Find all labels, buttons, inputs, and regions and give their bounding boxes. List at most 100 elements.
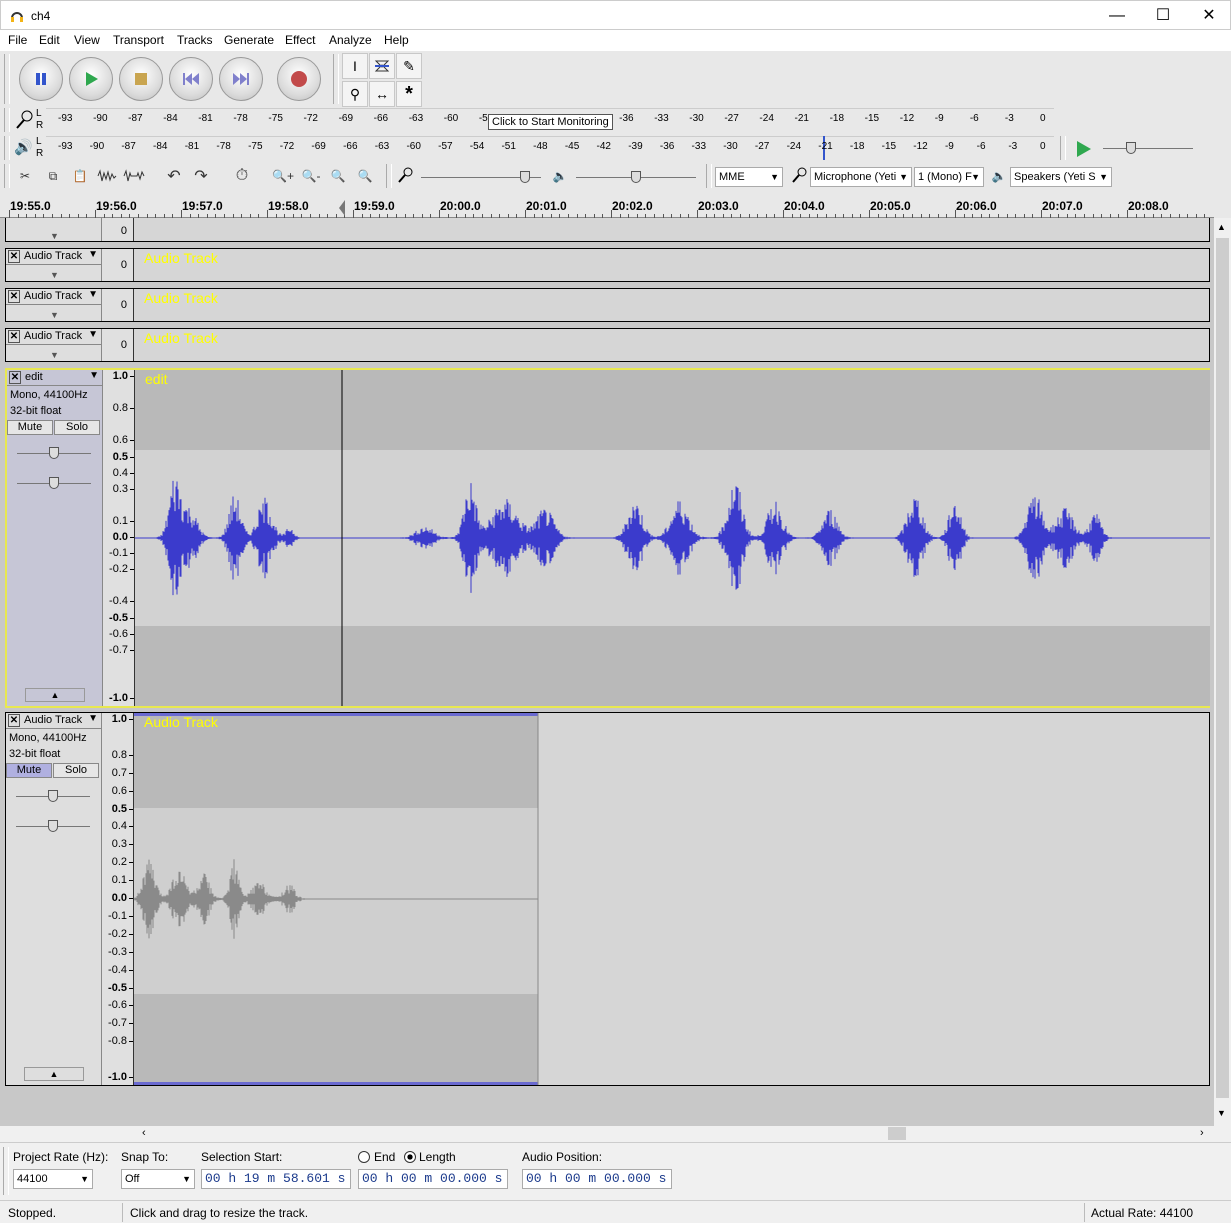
skip-end-button[interactable] xyxy=(219,57,263,101)
chevron-down-icon[interactable]: ▼ xyxy=(88,329,98,340)
playback-volume-thumb[interactable] xyxy=(631,171,641,183)
play-speed-thumb[interactable] xyxy=(1126,142,1136,154)
scroll-right-icon[interactable]: › xyxy=(1200,1127,1204,1139)
close-track-icon[interactable]: ✕ xyxy=(8,250,20,263)
scroll-left-icon[interactable]: ‹ xyxy=(142,1127,146,1139)
track-waveform[interactable] xyxy=(134,218,1209,241)
gain-slider-thumb[interactable] xyxy=(49,447,59,459)
audio-track[interactable]: ✕ Audio Track ▼ Mono, 44100Hz 32-bit float… xyxy=(5,712,1210,1086)
audio-host-select[interactable]: MME ▼ xyxy=(715,167,783,187)
toolbar-grip[interactable] xyxy=(4,54,10,104)
cut-icon[interactable]: ✂ xyxy=(12,164,38,188)
menu-edit[interactable]: Edit xyxy=(39,33,60,47)
mute-button[interactable]: Mute xyxy=(6,763,52,778)
playback-meter[interactable]: -93 -90 -87 -84 -81 -78 -75 -72 -69 -66 -63 -60 -57-… xyxy=(46,136,1054,160)
track-name-bar[interactable]: ✕ Audio Track ▼ xyxy=(6,713,102,729)
snap-to-select[interactable]: Off ▼ xyxy=(121,1169,195,1189)
fit-selection-icon[interactable]: 🔍 xyxy=(325,164,351,188)
track-control-panel[interactable]: ▼ xyxy=(6,218,102,241)
timeline-ruler[interactable]: 19:55.0 19:56.0 19:57.0 19:58.0 19:59.0 20:00… xyxy=(0,192,1214,218)
horizontal-scrollbar[interactable]: ‹ › xyxy=(0,1126,1214,1142)
menu-generate[interactable]: Generate xyxy=(224,33,274,47)
scroll-up-icon[interactable]: ▲ xyxy=(1217,222,1226,232)
track-name-bar[interactable]: ✕ Audio Track ▼ xyxy=(6,249,102,265)
edit-track[interactable]: ✕ edit ▼ Mono, 44100Hz 32-bit float Mute S… xyxy=(5,368,1210,708)
menu-tracks[interactable]: Tracks xyxy=(177,33,213,47)
selection-tool-icon[interactable]: I xyxy=(342,53,368,79)
end-radio[interactable] xyxy=(358,1151,370,1163)
vertical-scroll-thumb[interactable] xyxy=(1216,238,1229,1098)
toolbar-grip[interactable] xyxy=(1060,136,1066,160)
chevron-down-icon[interactable]: ▼ xyxy=(88,713,98,724)
menu-effect[interactable]: Effect xyxy=(285,33,315,47)
pan-slider-thumb[interactable] xyxy=(49,477,59,489)
expand-icon[interactable]: ▼ xyxy=(50,231,59,241)
track-name-bar[interactable]: ✕ Audio Track ▼ xyxy=(6,289,102,305)
sync-lock-icon[interactable]: ⏱ xyxy=(229,164,255,188)
pause-button[interactable] xyxy=(19,57,63,101)
collapse-icon[interactable]: ▲ xyxy=(24,1067,84,1081)
gain-slider-thumb[interactable] xyxy=(48,790,58,802)
close-track-icon[interactable]: ✕ xyxy=(8,330,20,343)
length-radio[interactable] xyxy=(404,1151,416,1163)
menu-analyze[interactable]: Analyze xyxy=(329,33,372,47)
project-rate-select[interactable]: 44100 ▼ xyxy=(13,1169,93,1189)
track-name-bar[interactable]: ✕ edit ▼ xyxy=(7,370,103,386)
close-track-icon[interactable]: ✕ xyxy=(8,290,20,303)
undo-icon[interactable]: ↶ xyxy=(161,164,187,188)
toolbar-grip[interactable] xyxy=(4,164,10,188)
draw-tool-icon[interactable]: ✎ xyxy=(396,53,422,79)
mute-button[interactable]: Mute xyxy=(7,420,53,435)
expand-icon[interactable]: ▼ xyxy=(50,350,59,360)
play-speed-slider[interactable] xyxy=(1103,148,1193,149)
maximize-icon[interactable]: ☐ xyxy=(1140,1,1186,31)
track-waveform[interactable] xyxy=(134,249,1209,281)
record-button[interactable] xyxy=(277,57,321,101)
selection-start-field[interactable]: 00 h 19 m 58.601 s xyxy=(201,1169,351,1189)
track-control-panel[interactable]: ✕ Audio Track ▼ Mono, 44100Hz 32-bit float… xyxy=(6,713,102,1085)
menu-view[interactable]: View xyxy=(74,33,100,47)
track-control-panel[interactable]: ✕ Audio Track ▼ ▼ xyxy=(6,249,102,281)
close-track-icon[interactable]: ✕ xyxy=(9,371,21,384)
copy-icon[interactable]: ⧉ xyxy=(40,164,66,188)
selection-length-field[interactable]: 00 h 00 m 00.000 s xyxy=(358,1169,508,1189)
redo-icon[interactable]: ↷ xyxy=(188,164,214,188)
record-volume-thumb[interactable] xyxy=(520,171,530,183)
timeshift-tool-icon[interactable]: ↔ xyxy=(369,81,395,107)
scroll-down-icon[interactable]: ▼ xyxy=(1217,1108,1226,1118)
toolbar-grip[interactable] xyxy=(4,108,10,132)
play-button[interactable] xyxy=(69,57,113,101)
toolbar-grip[interactable] xyxy=(333,54,339,104)
expand-icon[interactable]: ▼ xyxy=(50,310,59,320)
close-icon[interactable]: ✕ xyxy=(1186,1,1231,31)
multi-tool-icon[interactable]: * xyxy=(396,81,422,107)
track-waveform[interactable] xyxy=(134,329,1209,361)
trim-icon[interactable] xyxy=(94,164,120,188)
track-name-bar[interactable]: ✕ Audio Track ▼ xyxy=(6,329,102,345)
close-track-icon[interactable]: ✕ xyxy=(8,714,20,727)
solo-button[interactable]: Solo xyxy=(53,763,99,778)
zoom-tool-icon[interactable]: ⚲ xyxy=(342,81,368,107)
collapse-icon[interactable]: ▲ xyxy=(25,688,85,702)
track-control-panel[interactable]: ✕ Audio Track ▼ ▼ xyxy=(6,289,102,321)
track-control-panel[interactable]: ✕ Audio Track ▼ ▼ xyxy=(6,329,102,361)
speaker-icon[interactable]: 🔊 xyxy=(14,138,36,160)
chevron-down-icon[interactable]: ▼ xyxy=(88,289,98,300)
toolbar-grip[interactable] xyxy=(3,1147,9,1195)
skip-start-button[interactable] xyxy=(169,57,213,101)
menu-transport[interactable]: Transport xyxy=(113,33,164,47)
vertical-scrollbar[interactable]: ▲ ▼ xyxy=(1214,218,1231,1126)
fit-project-icon[interactable]: 🔍 xyxy=(352,164,378,188)
menu-file[interactable]: File xyxy=(8,33,27,47)
pan-slider-thumb[interactable] xyxy=(48,820,58,832)
channels-select[interactable]: 1 (Mono) F ▼ xyxy=(914,167,984,187)
solo-button[interactable]: Solo xyxy=(54,420,100,435)
track-waveform[interactable] xyxy=(134,289,1209,321)
collapsed-track[interactable]: ✕ Audio Track ▼ ▼ 0 Audio Track xyxy=(5,248,1210,282)
toolbar-grip[interactable] xyxy=(4,136,10,160)
silence-icon[interactable] xyxy=(121,164,147,188)
playback-device-select[interactable]: Speakers (Yeti S ▼ xyxy=(1010,167,1112,187)
stop-button[interactable] xyxy=(119,57,163,101)
audio-position-field[interactable]: 00 h 00 m 00.000 s xyxy=(522,1169,672,1189)
collapsed-track[interactable]: ▼ 0 xyxy=(5,218,1210,242)
